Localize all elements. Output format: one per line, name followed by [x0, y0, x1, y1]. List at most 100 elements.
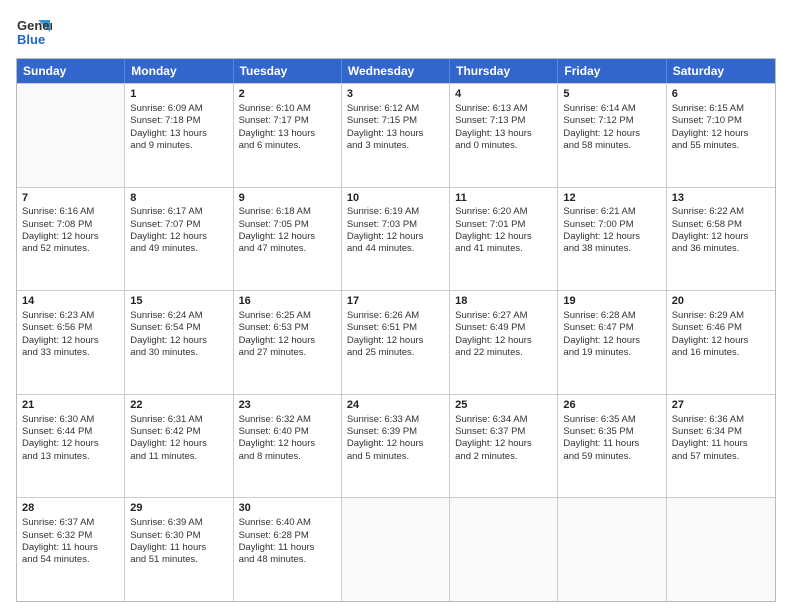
calendar-cell: 2Sunrise: 6:10 AMSunset: 7:17 PMDaylight… — [234, 84, 342, 187]
cell-line: Sunrise: 6:24 AM — [130, 310, 227, 322]
calendar-cell: 29Sunrise: 6:39 AMSunset: 6:30 PMDayligh… — [125, 498, 233, 601]
cell-line: and 6 minutes. — [239, 140, 336, 152]
calendar-cell: 1Sunrise: 6:09 AMSunset: 7:18 PMDaylight… — [125, 84, 233, 187]
cell-line: Sunrise: 6:19 AM — [347, 206, 444, 218]
cell-line: and 25 minutes. — [347, 347, 444, 359]
cell-line: Sunrise: 6:35 AM — [563, 414, 660, 426]
day-number: 28 — [22, 501, 119, 516]
cell-line: Daylight: 12 hours — [130, 438, 227, 450]
day-number: 5 — [563, 87, 660, 102]
cell-line: Sunset: 6:35 PM — [563, 426, 660, 438]
cell-line: Sunrise: 6:23 AM — [22, 310, 119, 322]
cell-line: and 38 minutes. — [563, 243, 660, 255]
cell-line: Sunrise: 6:10 AM — [239, 103, 336, 115]
cell-line: Sunrise: 6:17 AM — [130, 206, 227, 218]
cell-line: Sunrise: 6:16 AM — [22, 206, 119, 218]
calendar-header: SundayMondayTuesdayWednesdayThursdayFrid… — [17, 59, 775, 83]
cell-line: Sunset: 6:46 PM — [672, 322, 770, 334]
cell-line: and 8 minutes. — [239, 451, 336, 463]
cell-line: and 54 minutes. — [22, 554, 119, 566]
calendar-week: 28Sunrise: 6:37 AMSunset: 6:32 PMDayligh… — [17, 497, 775, 601]
cell-line: and 33 minutes. — [22, 347, 119, 359]
cell-line: and 57 minutes. — [672, 451, 770, 463]
cell-line: and 5 minutes. — [347, 451, 444, 463]
cell-line: Sunrise: 6:30 AM — [22, 414, 119, 426]
cell-line: Daylight: 12 hours — [455, 335, 552, 347]
calendar-cell: 25Sunrise: 6:34 AMSunset: 6:37 PMDayligh… — [450, 395, 558, 498]
calendar-cell: 26Sunrise: 6:35 AMSunset: 6:35 PMDayligh… — [558, 395, 666, 498]
cell-line: Daylight: 11 hours — [239, 542, 336, 554]
svg-text:General: General — [17, 18, 52, 33]
cell-line: and 27 minutes. — [239, 347, 336, 359]
cell-line: Sunrise: 6:40 AM — [239, 517, 336, 529]
cell-line: and 47 minutes. — [239, 243, 336, 255]
cell-line: Sunset: 7:03 PM — [347, 219, 444, 231]
day-number: 24 — [347, 398, 444, 413]
cell-line: Daylight: 13 hours — [239, 128, 336, 140]
cell-line: and 22 minutes. — [455, 347, 552, 359]
calendar-cell — [342, 498, 450, 601]
cell-line: Sunrise: 6:26 AM — [347, 310, 444, 322]
calendar-cell: 11Sunrise: 6:20 AMSunset: 7:01 PMDayligh… — [450, 188, 558, 291]
cell-line: Daylight: 12 hours — [455, 231, 552, 243]
calendar-header-cell: Sunday — [17, 59, 125, 83]
cell-line: Daylight: 12 hours — [672, 335, 770, 347]
cell-line: Sunset: 6:37 PM — [455, 426, 552, 438]
logo: GeneralBlue — [16, 14, 52, 50]
day-number: 13 — [672, 191, 770, 206]
cell-line: Sunset: 7:10 PM — [672, 115, 770, 127]
calendar-cell: 22Sunrise: 6:31 AMSunset: 6:42 PMDayligh… — [125, 395, 233, 498]
cell-line: Sunset: 7:12 PM — [563, 115, 660, 127]
calendar-cell: 8Sunrise: 6:17 AMSunset: 7:07 PMDaylight… — [125, 188, 233, 291]
cell-line: Sunrise: 6:20 AM — [455, 206, 552, 218]
cell-line: Sunset: 6:40 PM — [239, 426, 336, 438]
cell-line: Sunset: 6:34 PM — [672, 426, 770, 438]
day-number: 25 — [455, 398, 552, 413]
cell-line: Daylight: 11 hours — [672, 438, 770, 450]
cell-line: and 2 minutes. — [455, 451, 552, 463]
cell-line: Sunrise: 6:25 AM — [239, 310, 336, 322]
calendar-cell: 20Sunrise: 6:29 AMSunset: 6:46 PMDayligh… — [667, 291, 775, 394]
cell-line: Sunset: 6:56 PM — [22, 322, 119, 334]
day-number: 17 — [347, 294, 444, 309]
cell-line: Daylight: 12 hours — [22, 231, 119, 243]
cell-line: and 52 minutes. — [22, 243, 119, 255]
calendar-cell: 30Sunrise: 6:40 AMSunset: 6:28 PMDayligh… — [234, 498, 342, 601]
day-number: 27 — [672, 398, 770, 413]
cell-line: Daylight: 12 hours — [130, 231, 227, 243]
cell-line: Sunset: 7:08 PM — [22, 219, 119, 231]
cell-line: Daylight: 12 hours — [22, 438, 119, 450]
day-number: 19 — [563, 294, 660, 309]
cell-line: Sunrise: 6:12 AM — [347, 103, 444, 115]
calendar-cell: 28Sunrise: 6:37 AMSunset: 6:32 PMDayligh… — [17, 498, 125, 601]
day-number: 6 — [672, 87, 770, 102]
cell-line: Sunrise: 6:28 AM — [563, 310, 660, 322]
cell-line: Sunset: 6:30 PM — [130, 530, 227, 542]
cell-line: Sunset: 7:00 PM — [563, 219, 660, 231]
calendar-cell: 3Sunrise: 6:12 AMSunset: 7:15 PMDaylight… — [342, 84, 450, 187]
calendar-header-cell: Saturday — [667, 59, 775, 83]
calendar-cell: 19Sunrise: 6:28 AMSunset: 6:47 PMDayligh… — [558, 291, 666, 394]
calendar-week: 21Sunrise: 6:30 AMSunset: 6:44 PMDayligh… — [17, 394, 775, 498]
cell-line: Daylight: 12 hours — [672, 128, 770, 140]
cell-line: Sunset: 7:17 PM — [239, 115, 336, 127]
day-number: 11 — [455, 191, 552, 206]
cell-line: Daylight: 13 hours — [455, 128, 552, 140]
day-number: 18 — [455, 294, 552, 309]
cell-line: Daylight: 12 hours — [347, 335, 444, 347]
calendar-cell: 17Sunrise: 6:26 AMSunset: 6:51 PMDayligh… — [342, 291, 450, 394]
cell-line: Sunset: 6:51 PM — [347, 322, 444, 334]
calendar: SundayMondayTuesdayWednesdayThursdayFrid… — [16, 58, 776, 602]
calendar-cell: 7Sunrise: 6:16 AMSunset: 7:08 PMDaylight… — [17, 188, 125, 291]
cell-line: Daylight: 12 hours — [239, 335, 336, 347]
day-number: 21 — [22, 398, 119, 413]
cell-line: Sunset: 6:39 PM — [347, 426, 444, 438]
cell-line: Daylight: 11 hours — [563, 438, 660, 450]
cell-line: and 19 minutes. — [563, 347, 660, 359]
cell-line: and 9 minutes. — [130, 140, 227, 152]
cell-line: and 58 minutes. — [563, 140, 660, 152]
calendar-cell: 13Sunrise: 6:22 AMSunset: 6:58 PMDayligh… — [667, 188, 775, 291]
calendar-cell: 14Sunrise: 6:23 AMSunset: 6:56 PMDayligh… — [17, 291, 125, 394]
cell-line: Sunrise: 6:32 AM — [239, 414, 336, 426]
cell-line: Sunset: 6:49 PM — [455, 322, 552, 334]
